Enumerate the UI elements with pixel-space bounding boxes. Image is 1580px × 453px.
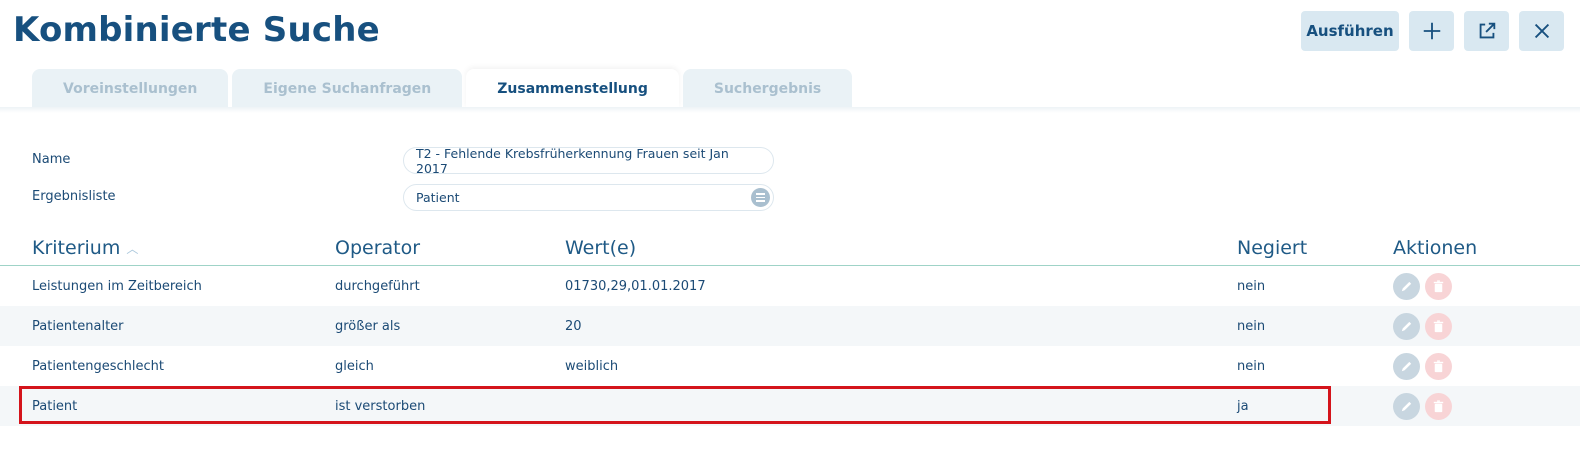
column-kriterium-label: Kriterium [32,237,121,259]
tab-divider [0,107,1580,113]
delete-button[interactable] [1425,353,1452,380]
row-actions [1393,273,1452,300]
column-werte: Wert(e) [565,237,637,259]
pencil-icon [1401,401,1412,412]
tab-suchergebnis[interactable]: Suchergebnis [682,69,853,108]
cell-operator: durchgeführt [335,278,420,294]
delete-button[interactable] [1425,273,1452,300]
cell-wert: weiblich [565,358,619,374]
row-actions [1393,393,1452,420]
cell-operator: gleich [335,358,374,374]
row-actions [1393,313,1452,340]
list-menu-icon[interactable] [751,188,770,207]
result-list-value: Patient [416,190,460,205]
trash-icon [1433,360,1444,373]
edit-button[interactable] [1393,273,1420,300]
pencil-icon [1401,321,1412,332]
add-button[interactable] [1409,11,1454,51]
column-operator: Operator [335,237,421,259]
cell-kriterium: Patientengeschlecht [32,358,165,374]
table-row: Patientengeschlecht gleich weiblich nein [0,346,1580,386]
column-negiert: Negiert [1237,237,1308,259]
table-row: Patientenalter größer als 20 nein [0,306,1580,346]
plus-icon [1423,22,1440,40]
cell-operator: ist verstorben [335,398,426,414]
pencil-icon [1401,361,1412,372]
sort-ascending-icon[interactable]: ︿ [126,240,138,257]
close-icon [1534,23,1549,39]
result-list-label: Ergebnisliste [32,189,116,204]
page-title: Kombinierte Suche [13,10,380,50]
cell-negiert: ja [1237,398,1249,414]
header-actions: Ausführen [1301,11,1564,51]
name-label: Name [32,152,71,167]
run-button[interactable]: Ausführen [1301,11,1399,51]
cell-kriterium: Leistungen im Zeitbereich [32,278,202,294]
trash-icon [1433,320,1444,333]
tab-eigene-suchanfragen[interactable]: Eigene Suchanfragen [232,69,463,108]
trash-icon [1433,400,1444,413]
delete-button[interactable] [1425,313,1452,340]
row-actions [1393,353,1452,380]
cell-negiert: nein [1237,318,1266,334]
cell-kriterium: Patientenalter [32,318,124,334]
cell-wert: 20 [565,318,582,334]
delete-button[interactable] [1425,393,1452,420]
result-list-select[interactable]: Patient [403,184,774,211]
close-button[interactable] [1519,11,1564,51]
table-header: Kriterium ︿ Operator Wert(e) Negiert Akti… [0,237,1580,266]
open-external-button[interactable] [1464,11,1509,51]
cell-kriterium: Patient [32,398,78,414]
tab-bar: Voreinstellungen Eigene Suchanfragen Zus… [32,69,853,108]
edit-button[interactable] [1393,353,1420,380]
column-kriterium[interactable]: Kriterium ︿ [32,237,138,259]
pencil-icon [1401,281,1412,292]
combined-search-page: Kombinierte Suche Ausführen Voreinstellu… [0,0,1580,453]
column-aktionen: Aktionen [1393,237,1478,259]
table-row: Patient ist verstorben ja [0,386,1580,426]
tab-zusammenstellung[interactable]: Zusammenstellung [466,69,679,108]
cell-wert: 01730,29,01.01.2017 [565,278,706,294]
table-row: Leistungen im Zeitbereich durchgeführt 0… [0,266,1580,306]
cell-negiert: nein [1237,358,1266,374]
edit-button[interactable] [1393,313,1420,340]
name-field[interactable]: T2 - Fehlende Krebsfrüherkennung Frauen … [403,146,774,176]
trash-icon [1433,280,1444,293]
external-link-icon [1479,22,1495,39]
cell-negiert: nein [1237,278,1266,294]
cell-operator: größer als [335,318,401,334]
tab-voreinstellungen[interactable]: Voreinstellungen [32,69,229,108]
edit-button[interactable] [1393,393,1420,420]
